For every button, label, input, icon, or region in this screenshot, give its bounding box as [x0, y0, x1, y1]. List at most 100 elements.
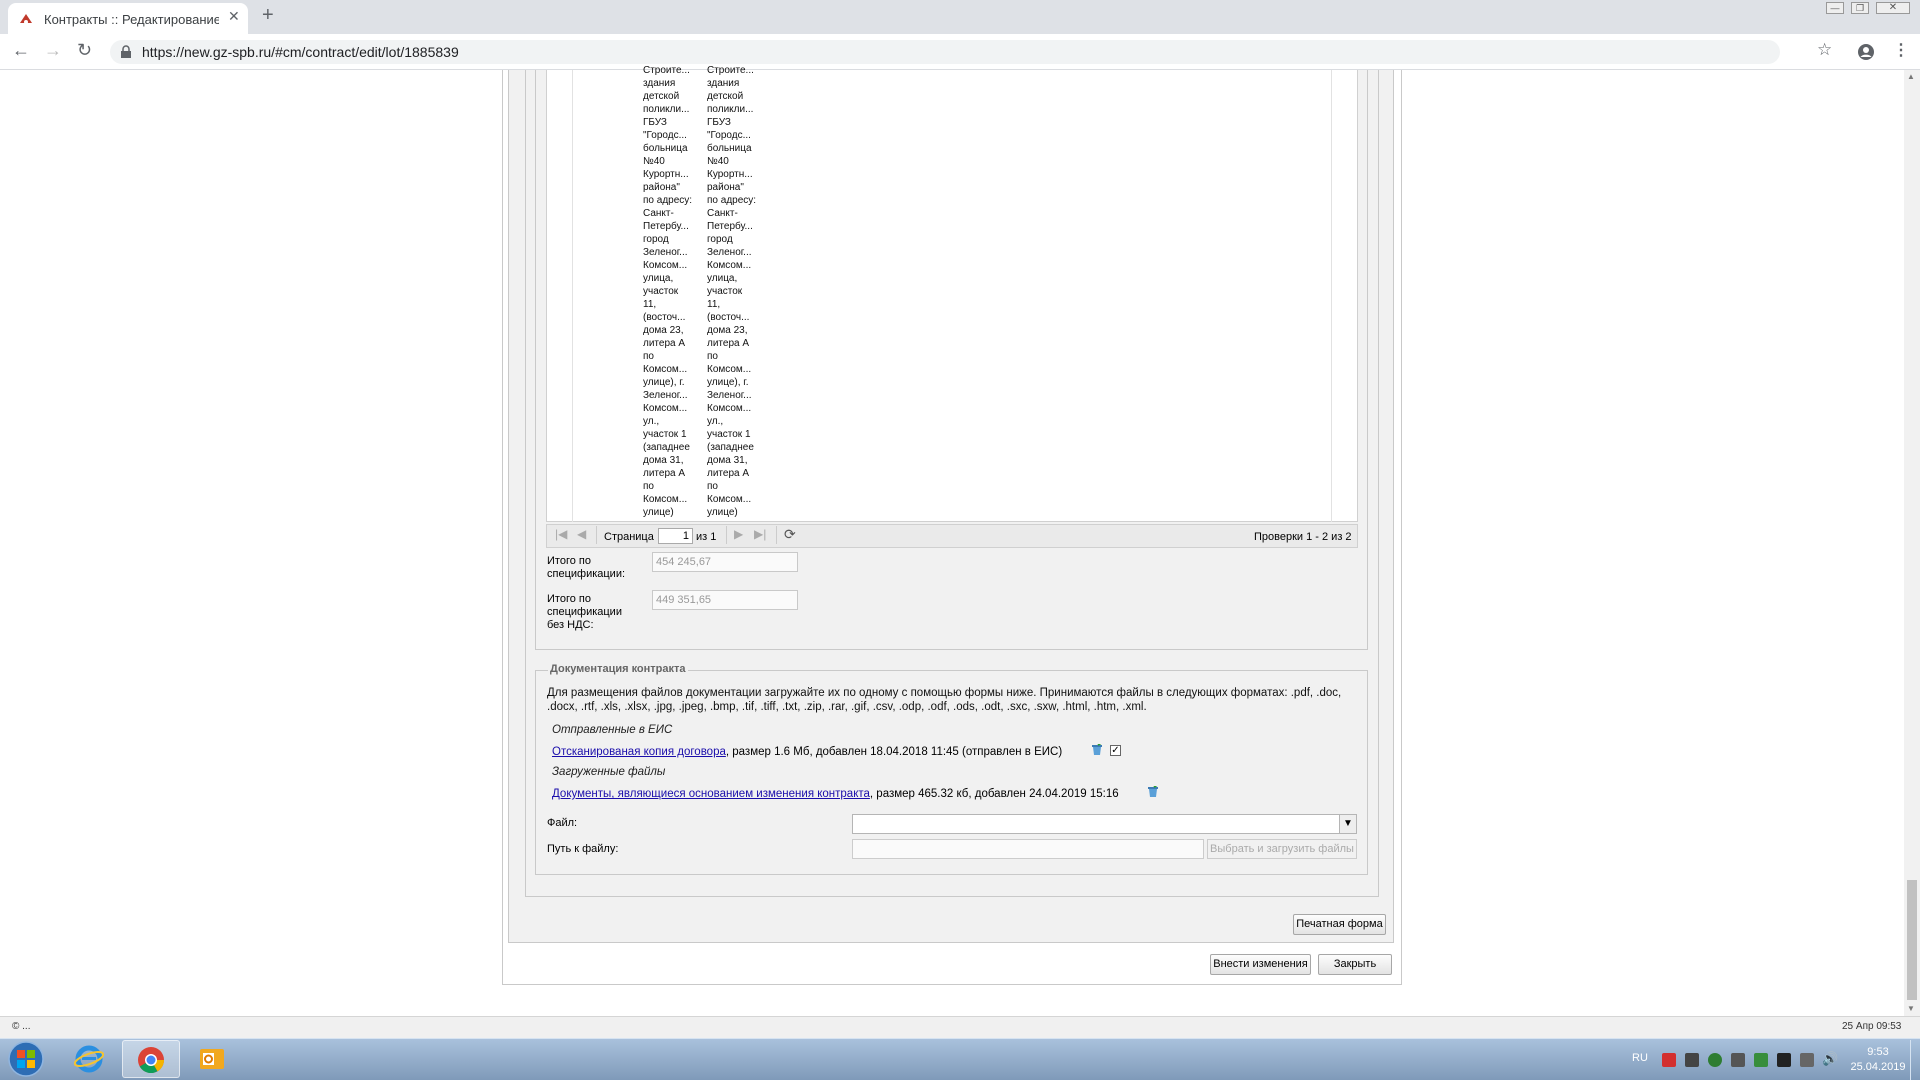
grid-cell-line: (западнее: [707, 442, 754, 453]
back-icon[interactable]: ←: [12, 40, 30, 61]
monitor-tray-icon[interactable]: [1777, 1053, 1791, 1067]
page-scrollbar-thumb[interactable]: [1907, 880, 1917, 1000]
delete-file-icon[interactable]: [1091, 744, 1103, 756]
grid-cell-line: дома 23,: [707, 325, 748, 336]
grid-cell-line: по: [643, 351, 654, 362]
documentation-description: Для размещения файлов документации загру…: [547, 687, 1342, 713]
shield-tray-icon[interactable]: [1708, 1053, 1722, 1067]
file-select[interactable]: [852, 814, 1357, 834]
page-number-input[interactable]: [658, 528, 693, 544]
tab-title: Контракты :: Редактирование ко: [44, 12, 219, 27]
grid-cell-line: Комсом...: [707, 403, 752, 414]
grid-cell-line: участок: [707, 286, 743, 297]
grid-cell-line: Комсом...: [643, 364, 688, 375]
scroll-down-icon[interactable]: ▼: [1907, 1004, 1915, 1013]
grid-cell-line: дома 31,: [707, 455, 748, 466]
chevron-down-icon[interactable]: ▼: [1339, 815, 1356, 833]
apply-changes-button[interactable]: Внести изменения: [1210, 954, 1311, 975]
grid-cell-line: 11,: [707, 299, 721, 310]
total-no-vat-field: 449 351,65: [652, 590, 798, 610]
restore-icon[interactable]: ❐: [1851, 2, 1869, 14]
menu-icon[interactable]: ⋮: [1893, 40, 1909, 60]
antivirus-tray-icon[interactable]: [1662, 1053, 1676, 1067]
site-favicon-icon: [20, 14, 32, 24]
grid-cell-line: детской: [643, 91, 680, 102]
grid-cell-line: дома 23,: [643, 325, 684, 336]
delete-file-icon[interactable]: [1147, 786, 1159, 798]
grid-cell-line: улице): [643, 507, 674, 518]
print-form-button[interactable]: Печатная форма: [1293, 914, 1386, 935]
grid-cell-line: района": [707, 182, 744, 193]
first-page-icon[interactable]: |◀: [555, 527, 567, 541]
grid-cell-line: Санкт-: [643, 208, 674, 219]
pager-summary: Проверки 1 - 2 из 2: [1254, 531, 1352, 543]
reload-icon[interactable]: ↻: [77, 40, 92, 61]
close-window-icon[interactable]: ✕: [1876, 2, 1910, 14]
grid-column-divider: [1331, 70, 1332, 522]
show-desktop-button[interactable]: [1910, 1040, 1920, 1080]
sent-file-checkbox[interactable]: ✓: [1110, 745, 1121, 756]
grid-cell-line: литера А: [643, 338, 686, 349]
grid-cell-line: Комсом...: [707, 494, 752, 505]
status-left-text: © ...: [12, 1021, 31, 1032]
sent-file-link[interactable]: Отсканированая копия договора: [552, 746, 726, 758]
language-indicator[interactable]: RU: [1632, 1052, 1648, 1064]
keyboard-tray-icon[interactable]: [1685, 1053, 1699, 1067]
grid-cell-line: больница: [707, 143, 752, 154]
taskbar-outlook[interactable]: [184, 1040, 242, 1078]
usb-tray-icon[interactable]: [1731, 1053, 1745, 1067]
prev-page-icon[interactable]: ◀: [577, 527, 586, 541]
grid-cell-line: Комсом...: [707, 260, 752, 271]
total-field: 454 245,67: [652, 552, 798, 572]
url-text: https://new.gz-spb.ru/#cm/contract/edit/…: [142, 44, 459, 60]
refresh-icon[interactable]: ⟳: [784, 526, 796, 543]
bookmark-star-icon[interactable]: ☆: [1817, 40, 1832, 60]
grid-cell-line: (западнее: [643, 442, 690, 453]
grid-cell-line: района": [643, 182, 680, 193]
grid-cell-line: по: [707, 351, 718, 362]
minimize-icon[interactable]: —: [1826, 2, 1844, 14]
grid-cell-line: 11,: [643, 299, 657, 310]
grid-cell-line: по адресу:: [707, 195, 757, 206]
sent-file-meta: , размер 1.6 Мб, добавлен 18.04.2018 11:…: [725, 746, 1063, 758]
grid-cell-line: ул.,: [643, 416, 660, 427]
total-no-vat-label: Итого по спецификации без НДС:: [547, 593, 622, 631]
grid-cell-line: Комсом...: [643, 403, 688, 414]
taskbar-ie[interactable]: [60, 1040, 118, 1078]
documentation-legend: Документация контракта: [548, 663, 688, 675]
path-label: Путь к файлу:: [547, 843, 619, 855]
uploaded-files-heading: Загруженные файлы: [552, 766, 666, 778]
close-button[interactable]: Закрыть: [1318, 954, 1392, 975]
tab-close-icon[interactable]: ✕: [228, 8, 240, 25]
taskbar-chrome[interactable]: [122, 1040, 180, 1078]
internet-explorer-icon: [74, 1045, 104, 1073]
file-path-input[interactable]: [852, 839, 1204, 859]
volume-tray-icon[interactable]: 🔊: [1822, 1051, 1838, 1067]
sent-files-heading: Отправленные в ЕИС: [552, 724, 673, 736]
grid-cell-line: "Городс...: [643, 130, 687, 141]
sent-file-row: Отсканированая копия договора, размер 1.…: [552, 746, 1062, 758]
browser-tab[interactable]: Контракты :: Редактирование ко ✕: [8, 3, 248, 34]
forward-icon[interactable]: →: [44, 40, 62, 61]
grid-cell-object-name: Строите... здания детской поликли... ГБУЗ "Го…: [643, 64, 703, 519]
clock[interactable]: 9:53 25.04.2019: [1850, 1045, 1906, 1075]
last-page-icon[interactable]: ▶|: [754, 527, 766, 541]
grid-cell-line: №40: [643, 156, 665, 167]
next-page-icon[interactable]: ▶: [734, 527, 743, 541]
update-tray-icon[interactable]: [1754, 1053, 1768, 1067]
new-tab-icon[interactable]: +: [262, 4, 274, 27]
profile-icon[interactable]: [1857, 43, 1875, 61]
file-label: Файл:: [547, 817, 578, 829]
uploaded-file-meta: , размер 465.32 кб, добавлен 24.04.2019 …: [869, 788, 1119, 800]
page-scrollbar[interactable]: [1904, 70, 1920, 1016]
grid-cell-line: Зеленог...: [643, 247, 688, 258]
uploaded-file-link[interactable]: Документы, являющиеся основанием изменен…: [552, 788, 870, 800]
network-tray-icon[interactable]: [1800, 1053, 1814, 1067]
start-button-icon[interactable]: [6, 1041, 46, 1077]
grid-cell-line: поликли...: [707, 104, 754, 115]
grid-cell-line: город: [643, 234, 669, 245]
grid-cell-line: здания: [643, 78, 676, 89]
scroll-up-icon[interactable]: ▲: [1907, 72, 1915, 81]
upload-files-button[interactable]: Выбрать и загрузить файлы: [1207, 839, 1357, 859]
grid-cell-line: по: [707, 481, 718, 492]
